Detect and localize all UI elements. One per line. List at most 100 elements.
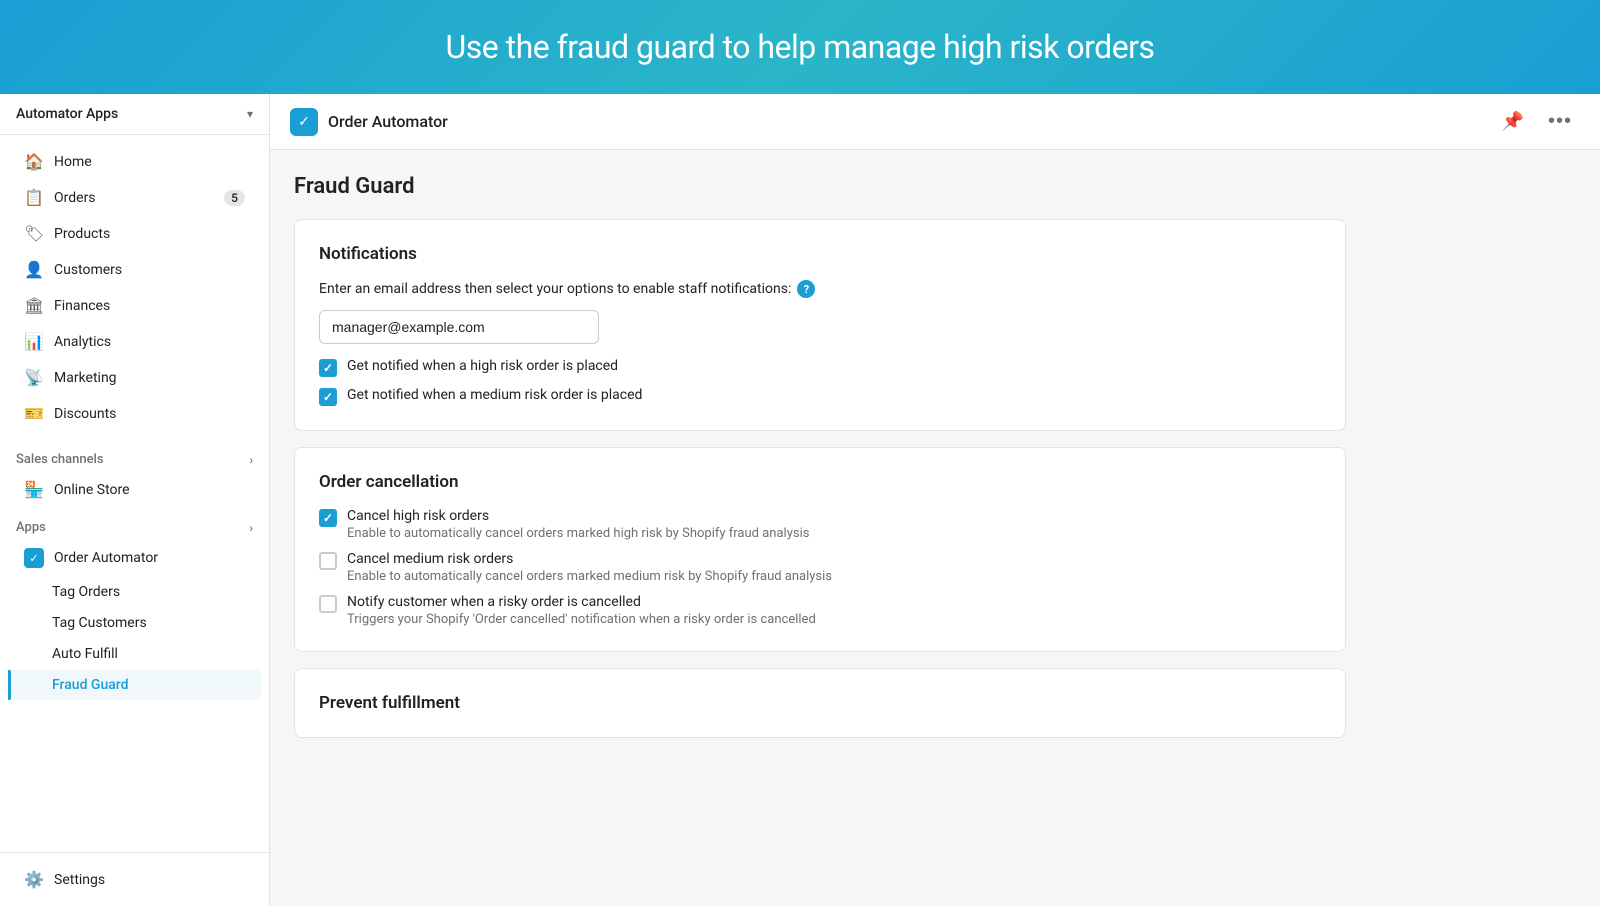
tag-orders-label: Tag Orders (52, 584, 120, 600)
top-banner: Use the fraud guard to help manage high … (0, 0, 1600, 94)
cancel-high-risk-text: Cancel high risk orders Enable to automa… (347, 508, 809, 541)
store-icon: 🏪 (24, 480, 44, 499)
fraud-guard-label: Fraud Guard (52, 677, 129, 693)
marketing-label: Marketing (54, 370, 117, 386)
high-risk-notify-label: Get notified when a high risk order is p… (347, 358, 618, 374)
cancel-medium-risk-checkbox[interactable] (319, 552, 337, 570)
products-label: Products (54, 226, 110, 242)
marketing-icon: 📡 (24, 368, 44, 387)
notifications-card: Notifications Enter an email address the… (294, 219, 1346, 431)
sidebar-item-fraud-guard[interactable]: Fraud Guard (8, 670, 261, 700)
notifications-description-text: Enter an email address then select your … (319, 281, 791, 297)
cancel-high-risk-row: ✓ Cancel high risk orders Enable to auto… (319, 508, 1321, 541)
pin-button[interactable]: 📌 (1494, 107, 1532, 136)
sidebar-item-tag-customers[interactable]: Tag Customers (8, 608, 261, 638)
settings-label: Settings (54, 872, 105, 888)
cancel-high-risk-label: Cancel high risk orders (347, 508, 809, 524)
orders-badge: 5 (224, 190, 245, 206)
sidebar-item-analytics[interactable]: 📊 Analytics (8, 324, 261, 359)
main-nav-section: 🏠 Home 📋 Orders 5🏷 Products 👤 Customers … (0, 135, 269, 440)
prevent-fulfillment-title: Prevent fulfillment (319, 693, 1321, 713)
checkmark-icon: ✓ (323, 391, 333, 403)
sales-channels-section-header: Sales channels › (0, 440, 269, 471)
discounts-icon: 🎫 (24, 404, 44, 423)
cancel-medium-risk-label: Cancel medium risk orders (347, 551, 832, 567)
customers-icon: 👤 (24, 260, 44, 279)
sidebar-item-online-store[interactable]: 🏪 Online Store (8, 472, 261, 507)
cancel-medium-risk-row: Cancel medium risk orders Enable to auto… (319, 551, 1321, 584)
notify-customer-cancel-row: Notify customer when a risky order is ca… (319, 594, 1321, 627)
sidebar-item-orders[interactable]: 📋 Orders 5 (8, 180, 261, 215)
banner-text: Use the fraud guard to help manage high … (445, 28, 1154, 66)
notify-customer-cancel-sublabel: Triggers your Shopify 'Order cancelled' … (347, 612, 816, 627)
notify-customer-cancel-label: Notify customer when a risky order is ca… (347, 594, 816, 610)
email-input[interactable] (319, 310, 599, 344)
high-risk-notify-text: Get notified when a high risk order is p… (347, 358, 618, 374)
medium-risk-notify-text: Get notified when a medium risk order is… (347, 387, 642, 403)
products-icon: 🏷 (24, 224, 44, 243)
sidebar-item-customers[interactable]: 👤 Customers (8, 252, 261, 287)
app-icon: ✓ (290, 108, 318, 136)
help-icon[interactable]: ? (797, 280, 815, 298)
orders-label: Orders (54, 190, 96, 206)
cancel-medium-risk-sublabel: Enable to automatically cancel orders ma… (347, 569, 832, 584)
notifications-card-title: Notifications (319, 244, 1321, 264)
sales-channels-nav: 🏪 Online Store (0, 471, 269, 508)
app-header-actions: 📌 ••• (1494, 106, 1580, 137)
cancel-high-risk-sublabel: Enable to automatically cancel orders ma… (347, 526, 809, 541)
sidebar-item-finances[interactable]: 🏛 Finances (8, 288, 261, 323)
analytics-label: Analytics (54, 334, 111, 350)
sidebar-dropdown-label: Automator Apps (16, 106, 118, 122)
checkmark-icon: ✓ (323, 512, 333, 524)
notify-customer-cancel-checkbox[interactable] (319, 595, 337, 613)
medium-risk-notify-checkbox[interactable]: ✓ (319, 388, 337, 406)
finances-label: Finances (54, 298, 110, 314)
online-store-label: Online Store (54, 482, 130, 498)
order-automator-icon: ✓ (24, 548, 44, 568)
page-title: Fraud Guard (294, 174, 1346, 199)
sales-channels-label: Sales channels (16, 452, 104, 467)
finances-icon: 🏛 (24, 296, 44, 315)
more-actions-button[interactable]: ••• (1540, 106, 1580, 137)
order-automator-label: Order Automator (54, 550, 158, 566)
pin-icon: 📌 (1502, 111, 1524, 131)
sidebar-item-home[interactable]: 🏠 Home (8, 144, 261, 179)
home-label: Home (54, 154, 92, 170)
order-cancellation-card: Order cancellation ✓ Cancel high risk or… (294, 447, 1346, 652)
home-icon: 🏠 (24, 152, 44, 171)
high-risk-notify-checkbox[interactable]: ✓ (319, 359, 337, 377)
orders-icon: 📋 (24, 188, 44, 207)
cancel-medium-risk-text: Cancel medium risk orders Enable to auto… (347, 551, 832, 584)
medium-risk-notify-row: ✓ Get notified when a medium risk order … (319, 387, 1321, 406)
sidebar-item-settings[interactable]: ⚙️ Settings (8, 862, 261, 897)
sidebar-dropdown[interactable]: Automator Apps ▾ (0, 94, 269, 135)
medium-risk-notify-label: Get notified when a medium risk order is… (347, 387, 642, 403)
app-header-title: Order Automator (328, 112, 448, 131)
notify-customer-cancel-text: Notify customer when a risky order is ca… (347, 594, 816, 627)
sidebar-item-products[interactable]: 🏷 Products (8, 216, 261, 251)
app-icon-symbol: ✓ (298, 114, 310, 130)
sidebar-item-tag-orders[interactable]: Tag Orders (8, 577, 261, 607)
chevron-down-icon: ▾ (247, 107, 253, 121)
sidebar-bottom: ⚙️ Settings (0, 852, 269, 906)
sidebar: Automator Apps ▾ 🏠 Home 📋 Orders 5🏷 Prod… (0, 94, 270, 906)
analytics-icon: 📊 (24, 332, 44, 351)
sidebar-item-discounts[interactable]: 🎫 Discounts (8, 396, 261, 431)
auto-fulfill-label: Auto Fulfill (52, 646, 118, 662)
more-icon: ••• (1548, 110, 1572, 132)
sidebar-item-auto-fulfill[interactable]: Auto Fulfill (8, 639, 261, 669)
discounts-label: Discounts (54, 406, 116, 422)
cancel-high-risk-checkbox[interactable]: ✓ (319, 509, 337, 527)
apps-expand-icon[interactable]: › (249, 521, 253, 535)
prevent-fulfillment-card: Prevent fulfillment (294, 668, 1346, 738)
checkmark-icon: ✓ (323, 362, 333, 374)
apps-section-header: Apps › (0, 508, 269, 539)
customers-label: Customers (54, 262, 122, 278)
apps-nav: ✓ Order Automator Tag Orders Tag Custome… (0, 539, 269, 701)
order-cancellation-title: Order cancellation (319, 472, 1321, 492)
sidebar-item-order-automator[interactable]: ✓ Order Automator (8, 540, 261, 576)
settings-icon: ⚙️ (24, 870, 44, 889)
apps-label: Apps (16, 520, 46, 535)
sales-channels-expand-icon[interactable]: › (249, 453, 253, 467)
sidebar-item-marketing[interactable]: 📡 Marketing (8, 360, 261, 395)
